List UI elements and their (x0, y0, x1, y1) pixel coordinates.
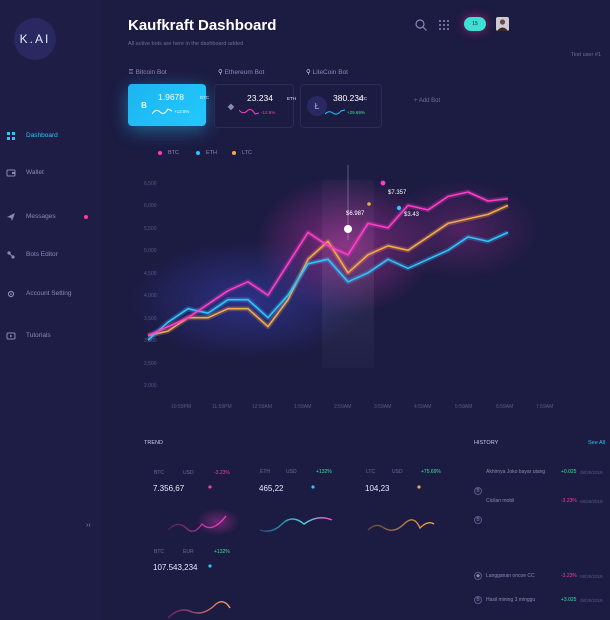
dashboard-app: K.AI Dashboard Wallet Messages Bots Edit… (0, 0, 610, 620)
history-date: 08/28/2019 (580, 499, 603, 504)
series-glow-ltc (147, 203, 510, 339)
trend-pair: USD (392, 469, 403, 475)
history-label: Langganan oncoe CC (486, 573, 535, 579)
history-change: -3.23% (561, 573, 577, 579)
trend-pair: EUR (183, 549, 194, 555)
trend-change: +132% (316, 469, 332, 475)
trend-value: 104,23 (365, 484, 390, 493)
chart-point-marker (344, 225, 352, 233)
history-title: HISTORY (474, 440, 499, 446)
trend-change: -3.23% (214, 470, 230, 476)
trend-change: +132% (214, 549, 230, 555)
trend-symbol: BTC (154, 549, 164, 555)
history-label: Akhirnya Joko bayar utang (486, 469, 546, 475)
trend-value: 7.356,67 (153, 484, 185, 493)
coin-icon: B (474, 487, 482, 495)
coin-icon: ◆ (474, 572, 482, 580)
series-glow-eth (146, 230, 510, 342)
trend-pair: USD (286, 469, 297, 475)
trend-symbol: ETH (260, 469, 270, 475)
chart-point-marker (380, 180, 386, 186)
trend-value: 107.543,234 (153, 563, 198, 572)
chart-point-marker (367, 202, 371, 206)
trend-symbol: BTC (154, 470, 164, 476)
trend-value: 465,22 (259, 484, 284, 493)
history-date: 08/28/2019 (580, 574, 603, 579)
trend-change: +75.69% (421, 469, 441, 475)
price-chart[interactable] (0, 0, 610, 620)
coin-icon: B (474, 516, 482, 524)
chart-point-marker (396, 205, 402, 211)
see-all-link[interactable]: See All (588, 440, 605, 446)
chart-tooltip: $6.987 (346, 211, 365, 217)
history-date: 08/28/2019 (580, 470, 603, 475)
trend-title: TREND (144, 440, 163, 446)
trend-pair: USD (183, 470, 194, 476)
trend-symbol: LTC (366, 469, 376, 475)
history-change: +3.025 (561, 597, 577, 603)
history-date: 08/28/2019 (580, 598, 603, 603)
history-label: Hasil mining 3 minggu (486, 597, 536, 603)
history-label: Cicilan mobil (486, 498, 515, 504)
chart-tooltip: $3.43 (404, 212, 420, 218)
history-change: +0.025 (561, 469, 577, 475)
chart-tooltip: $7.357 (388, 190, 407, 196)
history-change: -3.23% (561, 498, 577, 504)
coin-icon: B (474, 596, 482, 604)
